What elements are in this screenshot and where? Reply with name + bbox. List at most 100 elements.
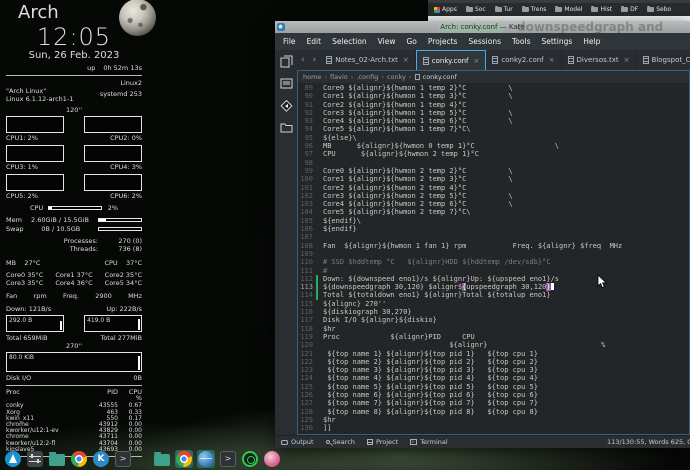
editor-line[interactable]: 101 Core2 ${alignr}${hwmon 2 temp 4}°C — [298, 184, 689, 192]
filesystem-icon[interactable] — [279, 120, 294, 135]
editor-line[interactable]: 98 — [298, 159, 689, 167]
editor-line[interactable]: 96 MB ${alignr}${hwmon 0 temp 1}°C \ — [298, 142, 689, 150]
dock-chrome[interactable] — [70, 450, 88, 468]
symbols-icon[interactable] — [279, 76, 294, 91]
tab-Blogspot_Code.txt[interactable]: Blogspot_Code.txt × — [637, 50, 690, 70]
menu-view[interactable]: View — [378, 37, 396, 46]
menu-projects[interactable]: Projects — [428, 37, 458, 46]
editor[interactable]: 89 Core0 ${alignr}${hwmon 1 temp 2}°C \ … — [298, 83, 689, 434]
editor-line[interactable]: 92 Core3 ${alignr}${hwmon 1 temp 5}°C \ — [298, 109, 689, 117]
tab-close-icon[interactable]: × — [403, 56, 409, 64]
forward-button[interactable]: › — [309, 50, 321, 70]
menu-tools[interactable]: Tools — [512, 37, 530, 46]
editor-line[interactable]: 112 Down: ${downspeed eno1}/s ${alignr}U… — [298, 275, 689, 283]
back-button[interactable]: ‹ — [297, 50, 309, 70]
editor-line[interactable]: 107 — [298, 233, 689, 241]
editor-line[interactable]: 99 Core0 ${alignr}${hwmon 2 temp 2}°C \ — [298, 167, 689, 175]
editor-line[interactable]: 124 ${top name 4} ${alignr}${top pid 4} … — [298, 374, 689, 382]
bookmark-Trens[interactable]: Trens — [522, 6, 547, 13]
editor-line[interactable]: 121 ${top name 1} ${alignr}${top pid 1} … — [298, 350, 689, 358]
dock-file-manager[interactable] — [48, 450, 66, 468]
editor-line[interactable]: 111 # — [298, 267, 689, 275]
editor-line[interactable]: 94 Core5 ${alignr}${hwmon 1 temp 7}°C\ — [298, 125, 689, 133]
editor-line[interactable]: 122 ${top name 2} ${alignr}${top pid 2} … — [298, 358, 689, 366]
menu-help[interactable]: Help — [583, 37, 600, 46]
kate-titlebar[interactable]: downspeedgraph and Arch: conky.conf — Ka… — [275, 21, 690, 33]
editor-line[interactable]: 120 ${alignr} % — [298, 341, 689, 349]
project-toggle[interactable]: Project — [367, 438, 398, 446]
editor-line[interactable]: 90 Core1 ${alignr}${hwmon 1 temp 3}°C \ — [298, 92, 689, 100]
editor-line[interactable]: 117 Disk I/O ${alignr}${diskio} — [298, 316, 689, 324]
bookmark-Sebo[interactable]: Sebo — [647, 6, 671, 13]
bookmark-Apps[interactable]: Apps — [434, 6, 457, 13]
dock-terminal[interactable]: > — [114, 450, 132, 468]
tab-Diversos.txt[interactable]: Diversos.txt × — [562, 50, 637, 70]
editor-line[interactable]: 100 Core1 ${alignr}${hwmon 2 temp 3}°C \ — [298, 175, 689, 183]
bookmark-Tur[interactable]: Tur — [495, 6, 513, 13]
dock-chrome[interactable] — [175, 450, 193, 468]
tab-close-icon[interactable]: × — [474, 57, 480, 65]
editor-line[interactable]: 89 Core0 ${alignr}${hwmon 1 temp 2}°C \ — [298, 84, 689, 92]
dock-settings[interactable] — [26, 450, 44, 468]
editor-line[interactable]: 119 Proc ${alignr}PID CPU — [298, 333, 689, 341]
bookmark-Hist[interactable]: Hist — [591, 6, 612, 13]
dock-media-pink[interactable] — [263, 450, 281, 468]
editor-line[interactable]: 114 Total ${totaldown eno1} ${alignr}Tot… — [298, 291, 689, 299]
tab-close-icon[interactable]: × — [549, 56, 555, 64]
menu-settings[interactable]: Settings — [541, 37, 572, 46]
bookmark-DF[interactable]: DF — [621, 6, 638, 13]
menu-edit[interactable]: Edit — [307, 37, 322, 46]
breadcrumb-item[interactable]: conky.conf — [423, 73, 457, 81]
dock-whatsapp[interactable] — [241, 450, 259, 468]
editor-line[interactable]: 129 $hr — [298, 416, 689, 424]
menu-go[interactable]: Go — [406, 37, 416, 46]
dock-kde-app[interactable]: K — [92, 450, 110, 468]
tab-Notes_02-Arch.txt[interactable]: Notes_02-Arch.txt × — [320, 50, 416, 70]
editor-line[interactable]: 118 $hr — [298, 325, 689, 333]
menu-sessions[interactable]: Sessions — [468, 37, 501, 46]
editor-line[interactable]: 109 — [298, 250, 689, 258]
dock-terminal[interactable]: > — [219, 450, 237, 468]
dock-arch-menu[interactable] — [4, 450, 22, 468]
line-number: 126 — [298, 391, 316, 399]
editor-line[interactable]: 110 # SSD $hddtemp °C ${alignr}HDD ${hdd… — [298, 258, 689, 266]
breadcrumb-item[interactable]: conky — [387, 73, 406, 81]
editor-line[interactable]: 102 Core3 ${alignr}${hwmon 2 temp 5}°C \ — [298, 192, 689, 200]
editor-line[interactable]: 130 ]] — [298, 424, 689, 432]
editor-line[interactable]: 91 Core2 ${alignr}${hwmon 1 temp 4}°C — [298, 101, 689, 109]
folder-icon — [522, 7, 529, 12]
tab-conky2.conf[interactable]: conky2.conf × — [486, 50, 561, 70]
dock-browser-globe[interactable] — [197, 450, 215, 468]
editor-line[interactable]: 103 Core4 ${alignr}${hwmon 2 temp 6}°C \ — [298, 200, 689, 208]
output-toggle[interactable]: Output — [281, 438, 314, 446]
editor-line[interactable]: 115 ${alignc} 270'' — [298, 300, 689, 308]
editor-line[interactable]: 113 ${downspeedgraph 30,120} $alignr${up… — [298, 283, 689, 291]
editor-line[interactable]: 123 ${top name 3} ${alignr}${top pid 3} … — [298, 366, 689, 374]
editor-line[interactable]: 125 ${top name 5} ${alignr}${top pid 5} … — [298, 383, 689, 391]
editor-line[interactable]: 116 ${diskiograph 30,270} — [298, 308, 689, 316]
editor-line[interactable]: 104 Core5 ${alignr}${hwmon 2 temp 7}°C\ — [298, 208, 689, 216]
editor-line[interactable]: 108 Fan ${alignr}${hwmon 1 fan 1} rpm Fr… — [298, 242, 689, 250]
editor-line[interactable]: 95 ${else}\ — [298, 134, 689, 142]
editor-line[interactable]: 93 Core4 ${alignr}${hwmon 1 temp 6}°C \ — [298, 117, 689, 125]
search-toggle[interactable]: Search — [326, 438, 355, 446]
editor-line[interactable]: 126 ${top name 6} ${alignr}${top pid 6} … — [298, 391, 689, 399]
editor-line[interactable]: 106 ${endif} — [298, 225, 689, 233]
editor-line[interactable]: 127 ${top name 7} ${alignr}${top pid 7} … — [298, 399, 689, 407]
breadcrumb-item[interactable]: flavio — [330, 73, 348, 81]
breadcrumb-item[interactable]: home — [303, 73, 321, 81]
dock-file-manager[interactable] — [153, 450, 171, 468]
terminal-toggle[interactable]: >Terminal — [410, 438, 447, 446]
menu-file[interactable]: File — [283, 37, 296, 46]
documents-icon[interactable] — [279, 54, 294, 69]
editor-line[interactable]: 97 CPU ${alignr}${hwmon 2 temp 1}°C — [298, 150, 689, 158]
editor-line[interactable]: 105 ${endif}\ — [298, 217, 689, 225]
editor-line[interactable]: 128 ${top name 8} ${alignr}${top pid 8} … — [298, 408, 689, 416]
kate-project-icon[interactable] — [279, 98, 294, 113]
bookmark-Model[interactable]: Model — [555, 6, 582, 13]
tab-close-icon[interactable]: × — [624, 56, 630, 64]
bookmark-Soc[interactable]: Soc — [466, 6, 486, 13]
breadcrumb-item[interactable]: .config — [356, 73, 378, 81]
menu-selection[interactable]: Selection — [332, 37, 367, 46]
tab-conky.conf[interactable]: conky.conf × — [416, 50, 487, 70]
